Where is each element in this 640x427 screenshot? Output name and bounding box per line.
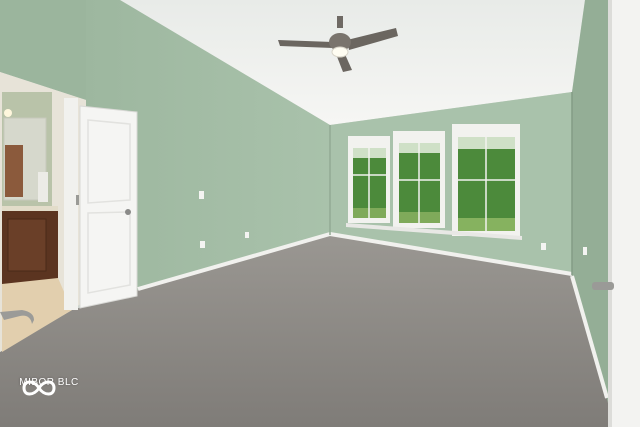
- wall-outlet: [245, 232, 249, 238]
- open-door[interactable]: [76, 105, 138, 309]
- watermark: MIBOR BLC: [14, 376, 84, 396]
- right-door-handle[interactable]: [592, 282, 614, 290]
- room-illustration: [0, 0, 640, 427]
- door-handle[interactable]: [125, 209, 131, 215]
- wall-outlet: [583, 247, 587, 255]
- room-photo: MIBOR BLC: [0, 0, 640, 427]
- window-group: [346, 124, 522, 240]
- wall-outlet: [541, 243, 546, 250]
- light-switch[interactable]: [199, 191, 204, 199]
- wall-outlet: [200, 241, 205, 248]
- infinity-logo-icon: [22, 380, 56, 396]
- bathroom-opening: [0, 72, 86, 352]
